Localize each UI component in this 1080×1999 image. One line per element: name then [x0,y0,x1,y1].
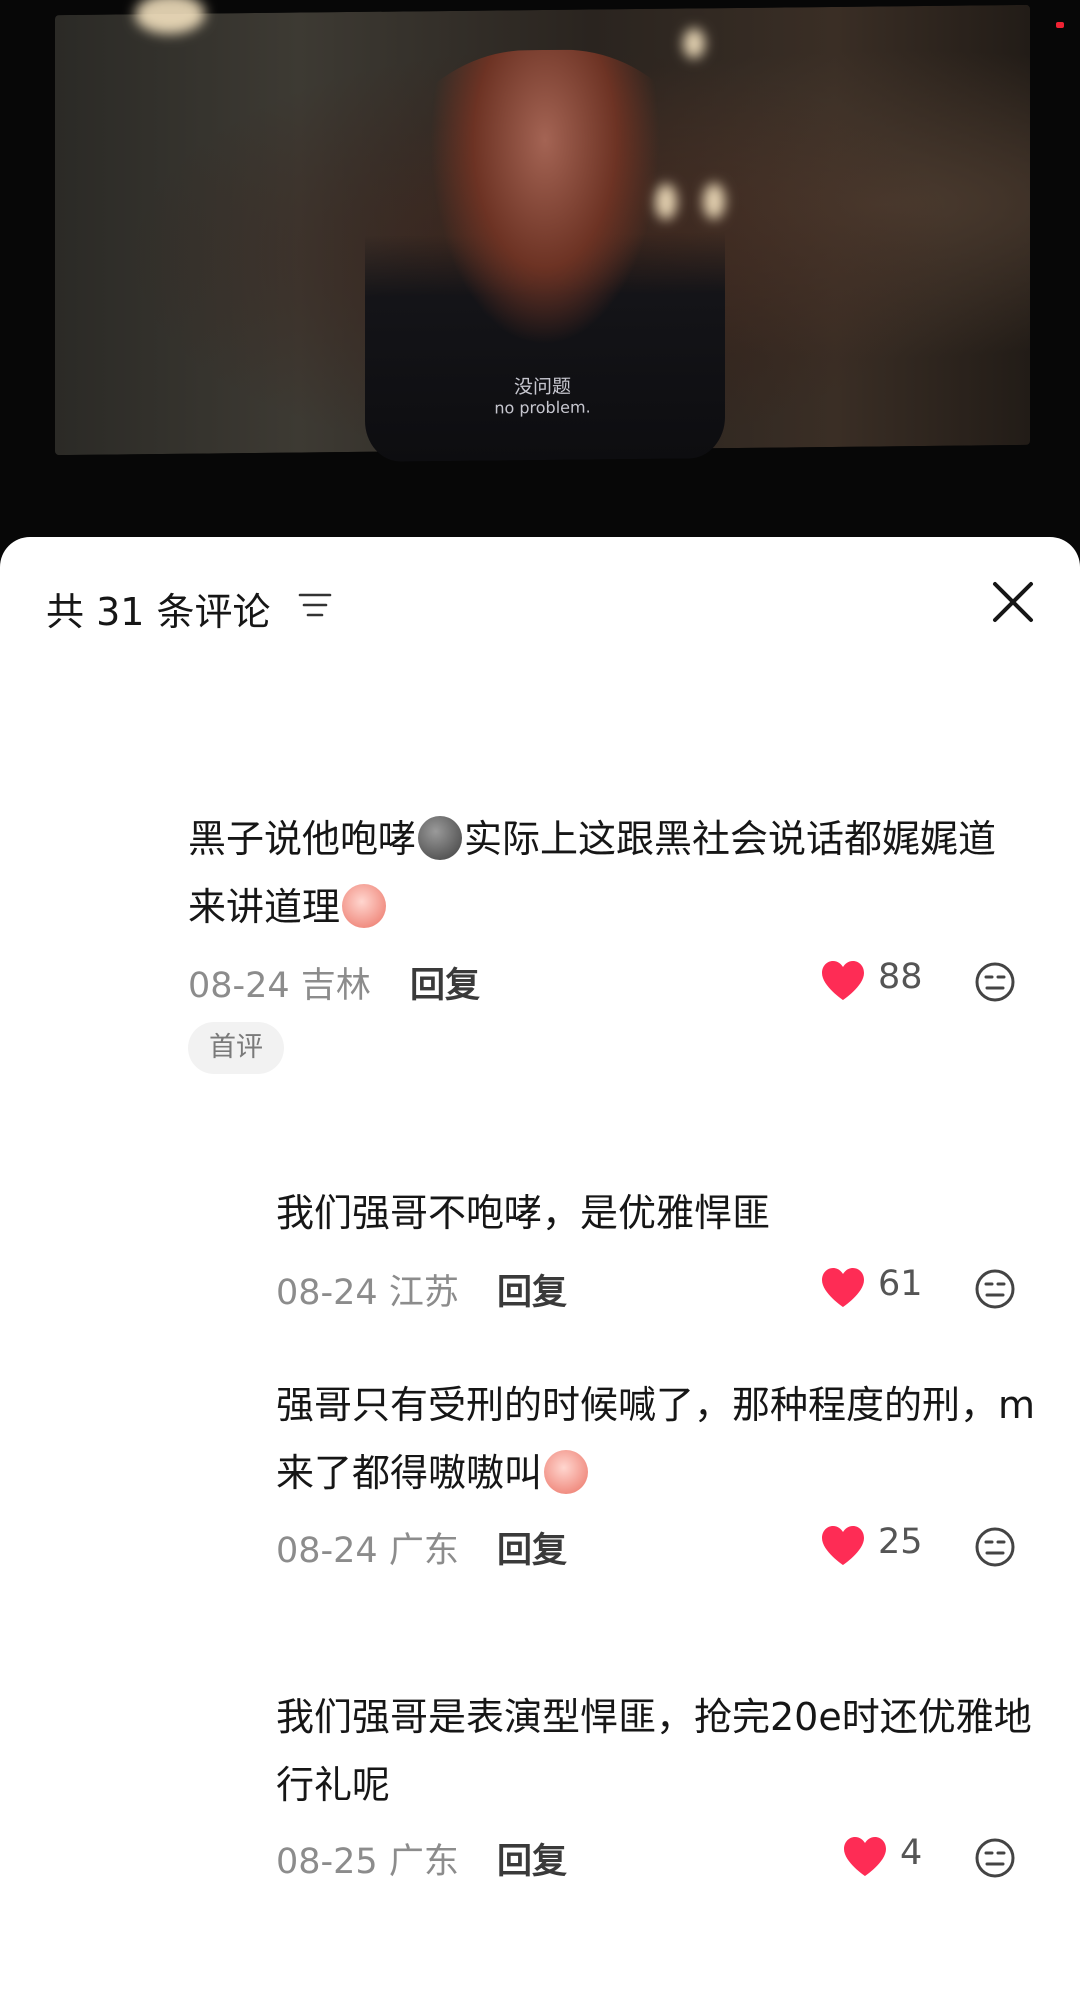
reply-button[interactable]: 回复 [497,1522,567,1573]
reply-button[interactable]: 回复 [497,1264,567,1315]
comment-count-title: 共 31 条评论 [46,590,271,634]
comment-date: 08-24 [188,966,290,1006]
heart-icon[interactable] [820,1267,866,1309]
first-comment-badge: 首评 [188,1022,284,1074]
sort-filter-icon[interactable] [296,589,334,621]
comment-sheet: 共 31 条评论 黑子说他咆哮 实际上这跟黑社会说话都娓娓道来讲道理 08-24 … [0,537,1080,1999]
crying-face-emoji-icon [544,1450,589,1494]
crying-face-emoji-icon [342,884,387,928]
video-frame: 没问题 no problem. [55,0,1030,462]
comment-date: 08-25 [276,1842,378,1882]
comment-date: 08-24 [276,1273,378,1313]
close-icon[interactable] [990,579,1036,625]
dislike-face-icon[interactable] [974,1268,1016,1310]
comment-location: 广东 [388,1531,459,1571]
comment-text: 我们强哥不咆哮，是优雅悍匪 [276,1191,771,1235]
dislike-face-icon[interactable] [974,1526,1016,1568]
like-count: 25 [878,1522,923,1562]
comment-date: 08-24 [276,1531,378,1571]
comment-meta: 08-25 广东 [276,1833,459,1884]
comment-meta: 08-24 吉林 [188,957,371,1008]
comment-text: 强哥只有受刑的时候喊了，那种程度的刑，m来了都得嗷嗷叫 [276,1383,1036,1495]
rock-face-emoji-icon [418,816,463,860]
heart-icon[interactable] [820,1525,866,1567]
comment-text: 黑子说他咆哮 实际上这跟黑社会说话都娓娓道来讲道理 [188,816,997,929]
status-dot [1056,22,1064,28]
video-player[interactable]: 没问题 no problem. [0,0,1080,560]
comment-sheet-header: 共 31 条评论 [0,537,1080,667]
comment-location: 江苏 [388,1273,459,1313]
dislike-face-icon[interactable] [974,961,1016,1003]
comment-text: 我们强哥是表演型悍匪，抢完20e时还优雅地行礼呢 [276,1695,1032,1807]
like-count: 4 [900,1833,923,1873]
like-count: 88 [878,957,923,997]
heart-icon[interactable] [842,1836,888,1878]
comment-location: 广东 [388,1842,459,1882]
like-count: 61 [878,1264,923,1304]
reply-button[interactable]: 回复 [410,957,480,1008]
dislike-face-icon[interactable] [974,1837,1016,1879]
comment-location: 吉林 [300,966,371,1006]
heart-icon[interactable] [820,960,866,1002]
reply-button[interactable]: 回复 [497,1833,567,1884]
comment-meta: 08-24 广东 [276,1522,459,1573]
comment-meta: 08-24 江苏 [276,1264,459,1315]
